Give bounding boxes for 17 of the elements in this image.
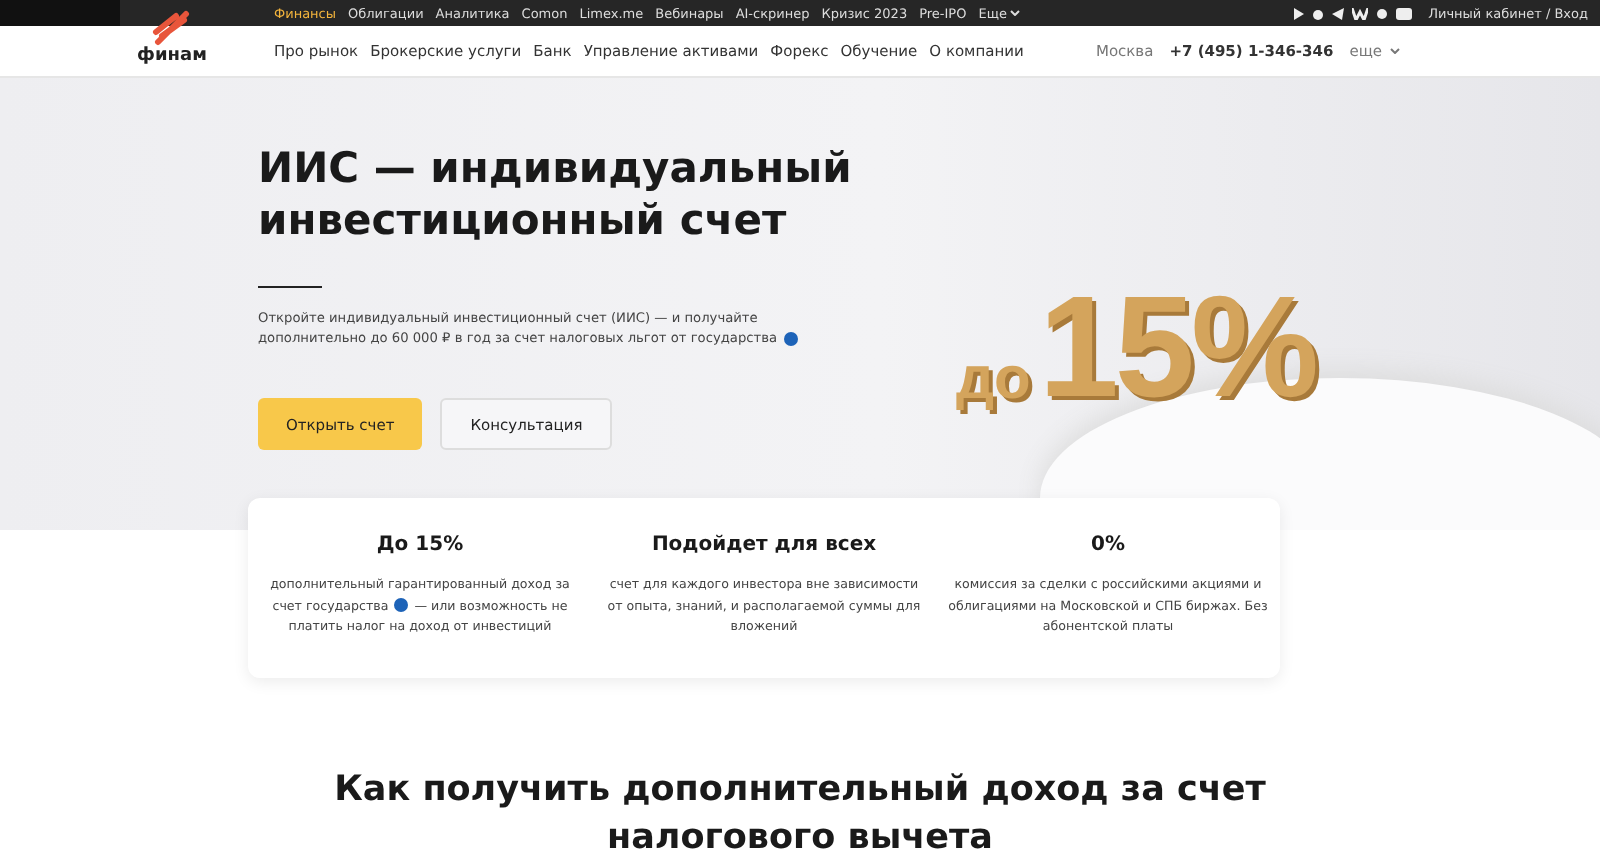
info-icon[interactable] xyxy=(394,598,409,613)
apple-icon[interactable] xyxy=(1312,7,1325,19)
promo-graphic: до 15% xyxy=(956,278,1315,418)
logo-icon[interactable] xyxy=(152,9,192,45)
circle-icon[interactable] xyxy=(1376,7,1389,19)
feature-title: 0% xyxy=(1091,534,1125,556)
top-bar-segment xyxy=(0,0,120,26)
feature-title: Подойдет для всех xyxy=(651,534,877,556)
vk-icon[interactable] xyxy=(1352,7,1369,19)
section-title: Как получить дополнительный доход за счет налогового вычета xyxy=(332,768,1268,862)
page-title: ИИС — индивидуальный инвестиционный счет xyxy=(258,142,854,246)
info-icon[interactable] xyxy=(783,331,798,346)
video-icon[interactable] xyxy=(1396,7,1413,19)
feature-title: До 15% xyxy=(376,534,464,556)
logo-text[interactable]: финам xyxy=(137,45,207,65)
telegram-icon[interactable] xyxy=(1332,7,1345,19)
play-icon[interactable] xyxy=(1292,7,1305,19)
